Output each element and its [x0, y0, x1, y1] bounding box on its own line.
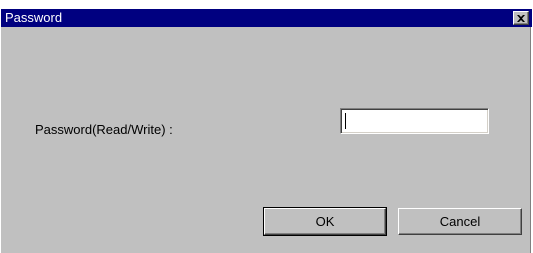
close-button[interactable]	[513, 11, 529, 25]
password-label: Password(Read/Write) :	[35, 122, 173, 137]
password-field[interactable]	[340, 108, 489, 134]
ok-button[interactable]: OK	[263, 207, 387, 236]
title-bar[interactable]: Password	[1, 9, 532, 27]
close-icon	[517, 14, 525, 22]
dialog-title: Password	[5, 10, 63, 25]
cancel-button[interactable]: Cancel	[398, 208, 522, 235]
